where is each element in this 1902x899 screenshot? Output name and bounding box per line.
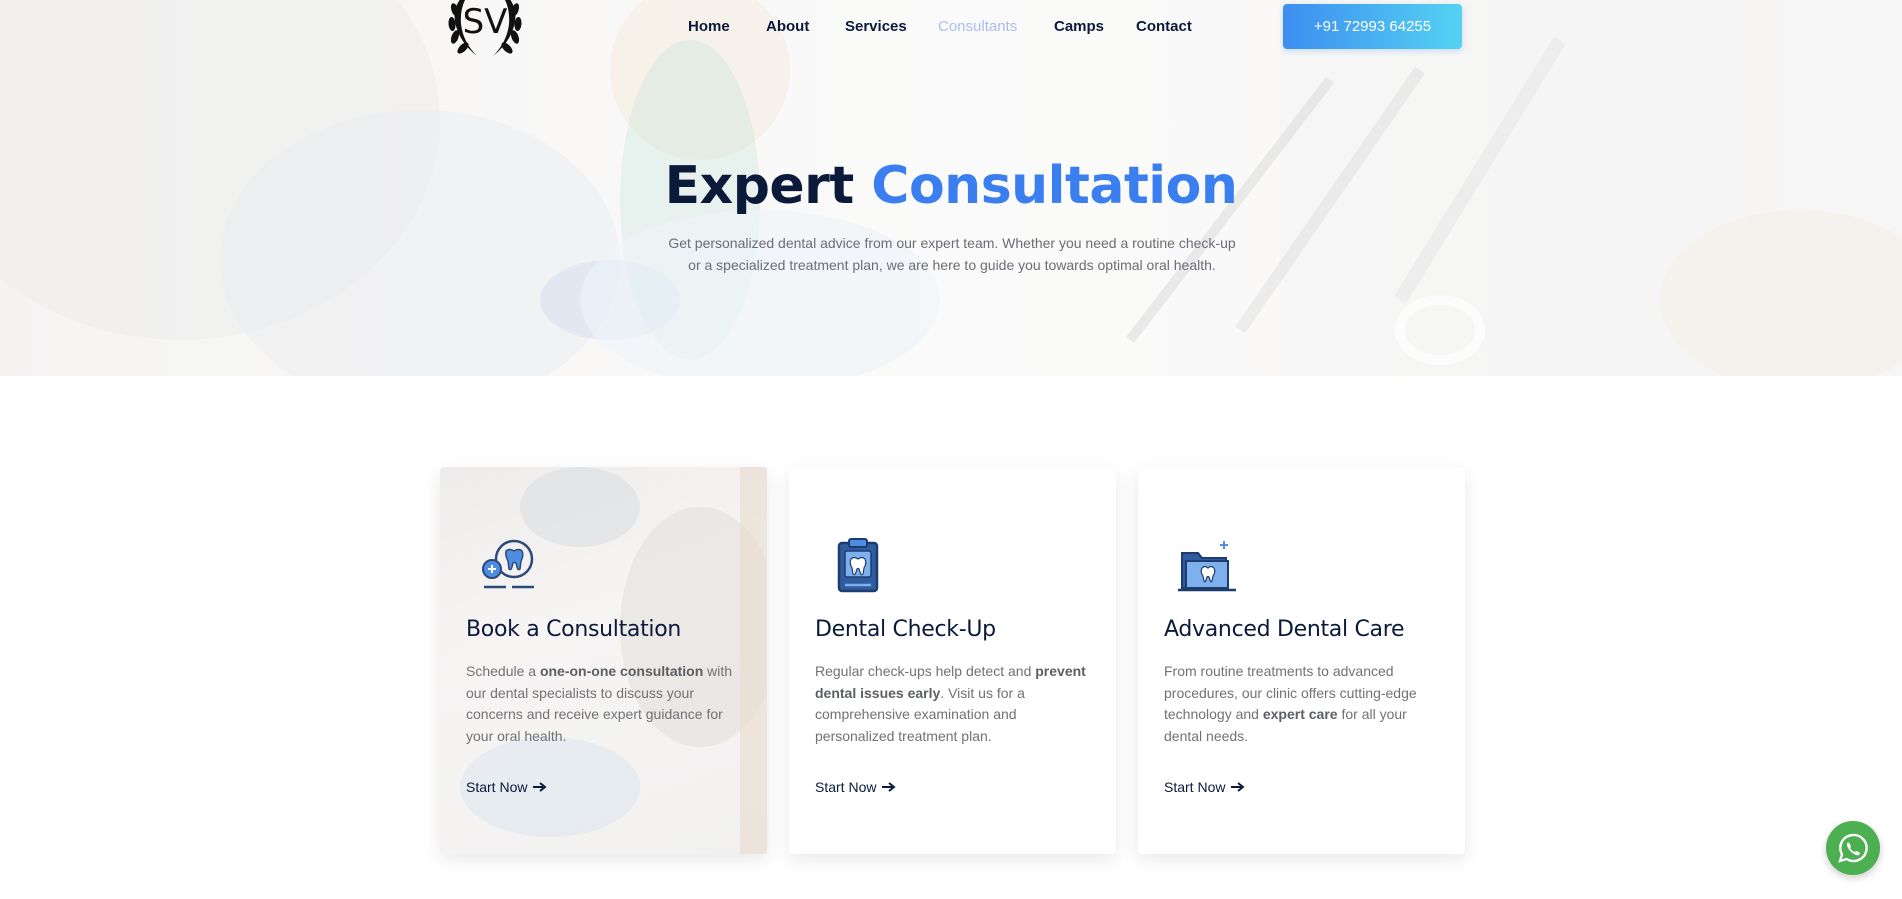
- card-text: From routine treatments to advanced proc…: [1164, 663, 1417, 744]
- card-dental-checkup[interactable]: Dental Check-Up Regular check-ups help d…: [789, 467, 1116, 854]
- page-title-dark: Expert: [664, 156, 855, 216]
- main-nav: Home About Services Consultants Camps Co…: [0, 18, 1902, 38]
- card-text: Regular check-ups help detect and preven…: [815, 663, 1086, 744]
- nav-consultants[interactable]: Consultants: [938, 18, 1017, 35]
- page-title: Expert Consultation: [0, 156, 1902, 216]
- tooth-clipboard-icon: [837, 538, 879, 593]
- card-title: Advanced Dental Care: [1164, 617, 1405, 642]
- nav-contact[interactable]: Contact: [1136, 18, 1192, 35]
- tooth-folder-icon: [1178, 541, 1236, 592]
- arrow-right-icon: [882, 782, 897, 792]
- tooth-consultation-icon: [482, 539, 534, 589]
- arrow-right-icon: [1231, 782, 1246, 792]
- card-text: Schedule a one-on-one consultation with …: [466, 663, 733, 744]
- start-now-link[interactable]: Start Now: [1164, 779, 1246, 795]
- nav-about[interactable]: About: [766, 18, 809, 35]
- hero-subtitle-line2: or a specialized treatment plan, we are …: [688, 257, 1216, 273]
- whatsapp-button[interactable]: [1826, 821, 1880, 875]
- nav-services[interactable]: Services: [845, 18, 907, 35]
- whatsapp-icon: [1838, 833, 1868, 863]
- hero-subtitle: Get personalized dental advice from our …: [660, 232, 1244, 276]
- page-title-accent: Consultation: [871, 156, 1238, 216]
- arrow-right-icon: [533, 782, 548, 792]
- card-advanced-dental-care[interactable]: Advanced Dental Care From routine treatm…: [1138, 467, 1465, 854]
- phone-call-button[interactable]: +91 72993 64255: [1283, 4, 1462, 49]
- card-title: Dental Check-Up: [815, 617, 996, 642]
- start-now-link[interactable]: Start Now: [466, 779, 548, 795]
- card-book-consultation[interactable]: Book a Consultation Schedule a one-on-on…: [440, 467, 767, 854]
- nav-home[interactable]: Home: [688, 18, 730, 35]
- hero-subtitle-line1: Get personalized dental advice from our …: [668, 235, 1236, 251]
- nav-camps[interactable]: Camps: [1054, 18, 1104, 35]
- card-title: Book a Consultation: [466, 617, 682, 642]
- start-now-link[interactable]: Start Now: [815, 779, 897, 795]
